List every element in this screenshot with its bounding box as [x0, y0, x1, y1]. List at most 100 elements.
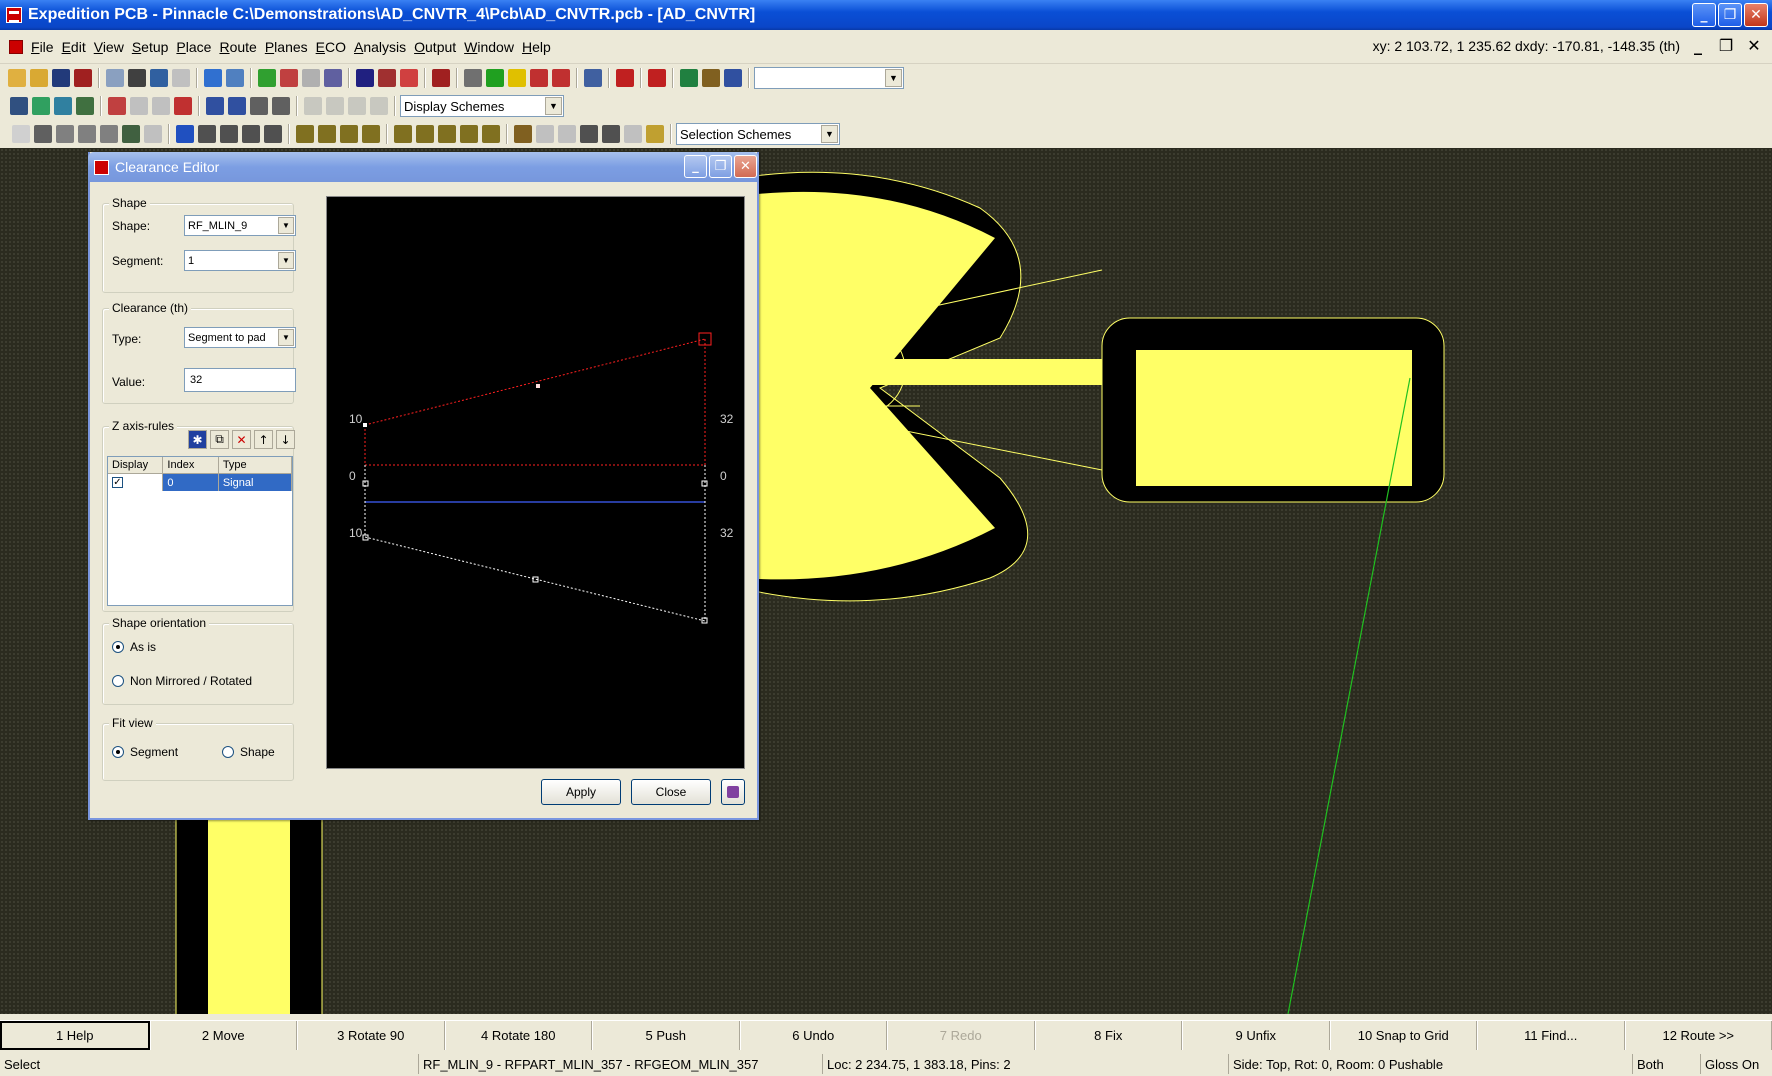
gloss-icon[interactable] — [122, 125, 140, 143]
menu-route[interactable]: Route — [215, 39, 260, 55]
dialog-close-icon[interactable]: ✕ — [734, 155, 757, 178]
add-rule-icon[interactable]: ✱ — [188, 430, 207, 449]
select-arrow-icon[interactable] — [12, 125, 30, 143]
lock-icon[interactable] — [250, 97, 268, 115]
swap-gates-icon[interactable] — [228, 97, 246, 115]
drc-check-icon[interactable] — [530, 69, 548, 87]
fkey-undo[interactable]: 6 Undo — [739, 1021, 887, 1050]
column-index[interactable]: Index — [163, 457, 219, 473]
column-type[interactable]: Type — [219, 457, 292, 473]
delete-rule-icon[interactable]: ✕ — [232, 430, 251, 449]
trace-view-icon[interactable] — [76, 97, 94, 115]
tune-icon[interactable] — [100, 125, 118, 143]
undo-icon[interactable] — [150, 69, 168, 87]
scheme-combo[interactable]: ▼ — [754, 67, 904, 89]
open-icon[interactable] — [8, 69, 26, 87]
menu-help[interactable]: Help — [518, 39, 555, 55]
route-icon[interactable] — [378, 69, 396, 87]
move-down-icon[interactable]: ↓ — [276, 430, 295, 449]
rf-gap-icon[interactable] — [460, 125, 478, 143]
board-icon[interactable] — [258, 69, 276, 87]
menu-view[interactable]: View — [90, 39, 128, 55]
menu-output[interactable]: Output — [410, 39, 460, 55]
fanout-icon[interactable] — [78, 125, 96, 143]
rf-via-icon[interactable] — [482, 125, 500, 143]
chevron-down-icon[interactable]: ▼ — [278, 329, 294, 346]
menu-window[interactable]: Window — [460, 39, 518, 55]
segment-select[interactable]: 1 ▼ — [184, 250, 296, 271]
chevron-down-icon[interactable]: ▼ — [885, 69, 902, 87]
rf-clearance-icon[interactable] — [646, 125, 664, 143]
fkey-snap-to-grid[interactable]: 10 Snap to Grid — [1329, 1021, 1477, 1050]
close-button[interactable]: ✕ — [1744, 3, 1768, 27]
open-folder-icon[interactable] — [30, 69, 48, 87]
radial-stub[interactable] — [740, 191, 995, 580]
display-schemes-combo[interactable]: Display Schemes ▼ — [400, 95, 564, 117]
ungroup-icon[interactable] — [130, 97, 148, 115]
chevron-down-icon[interactable]: ▼ — [278, 252, 294, 269]
align-right-icon[interactable] — [326, 97, 344, 115]
fkey-help[interactable]: 1 Help — [0, 1021, 150, 1050]
green-diamond-icon[interactable] — [486, 69, 504, 87]
net-view-icon[interactable] — [54, 97, 72, 115]
clearance-type-select[interactable]: Segment to pad ▼ — [184, 327, 296, 348]
rf-group-icon[interactable] — [514, 125, 532, 143]
warning-icon[interactable] — [508, 69, 526, 87]
move-up-icon[interactable]: ↑ — [254, 430, 273, 449]
orientation-non-mirrored-radio[interactable]: Non Mirrored / Rotated — [112, 674, 252, 688]
dialog-maximize-button[interactable]: ❐ — [709, 155, 732, 178]
shape-select[interactable]: RF_MLIN_9 ▼ — [184, 215, 296, 236]
angle-icon[interactable] — [198, 125, 216, 143]
prev-icon[interactable] — [280, 69, 298, 87]
save-icon[interactable] — [52, 69, 70, 87]
plow-icon[interactable] — [56, 125, 74, 143]
menu-edit[interactable]: Edit — [58, 39, 90, 55]
arc-icon[interactable] — [242, 125, 260, 143]
align-top-icon[interactable] — [348, 97, 366, 115]
menu-eco[interactable]: ECO — [312, 39, 350, 55]
help-book-icon[interactable] — [721, 779, 745, 805]
redo-icon[interactable] — [172, 69, 190, 87]
net-icon[interactable] — [400, 69, 418, 87]
midpoint-handle[interactable] — [536, 384, 540, 388]
fkey-fix[interactable]: 8 Fix — [1034, 1021, 1182, 1050]
rf-radial-icon[interactable] — [438, 125, 456, 143]
exit-icon[interactable] — [74, 69, 92, 87]
unplace-icon[interactable] — [174, 97, 192, 115]
stub-icon[interactable] — [264, 125, 282, 143]
next-icon[interactable] — [302, 69, 320, 87]
delete-icon[interactable] — [616, 69, 634, 87]
panel-icon[interactable] — [680, 69, 698, 87]
fkey-route[interactable]: 12 Route >> — [1624, 1021, 1772, 1050]
binoculars-icon[interactable] — [128, 69, 146, 87]
minimize-button[interactable]: _ — [1692, 3, 1716, 27]
copy-rule-icon[interactable]: ⧉ — [210, 430, 229, 449]
chevron-down-icon[interactable]: ▼ — [545, 97, 562, 115]
menu-setup[interactable]: Setup — [128, 39, 173, 55]
fkey-redo[interactable]: 7 Redo — [887, 1021, 1035, 1050]
rf-stub-icon[interactable] — [362, 125, 380, 143]
copy-icon[interactable] — [584, 69, 602, 87]
align-left-icon[interactable] — [304, 97, 322, 115]
group-icon[interactable] — [108, 97, 126, 115]
menu-place[interactable]: Place — [172, 39, 215, 55]
rf-taper-icon[interactable] — [394, 125, 412, 143]
drc-off-icon[interactable] — [552, 69, 570, 87]
microstrip-line[interactable] — [740, 359, 1136, 385]
rf-shape-icon[interactable] — [296, 125, 314, 143]
clearance-preview[interactable]: 10 0 10 32 0 32 — [326, 196, 745, 769]
doc-minimize-button[interactable]: _ — [1686, 34, 1710, 56]
fkey-push[interactable]: 5 Push — [592, 1021, 740, 1050]
fkey-unfix[interactable]: 9 Unfix — [1182, 1021, 1330, 1050]
layer-view-icon[interactable] — [32, 97, 50, 115]
book-icon[interactable] — [356, 69, 374, 87]
document-icon[interactable] — [9, 39, 23, 54]
fkey-find[interactable]: 11 Find... — [1477, 1021, 1625, 1050]
orientation-as-is-radio[interactable]: As is — [112, 640, 156, 654]
fkey-move[interactable]: 2 Move — [149, 1021, 297, 1050]
table-row[interactable]: ✓ 0 Signal — [108, 474, 292, 491]
layer-icon[interactable] — [324, 69, 342, 87]
clearance-value-input[interactable] — [184, 368, 296, 392]
move-icon[interactable] — [176, 125, 194, 143]
pad[interactable] — [1136, 350, 1412, 486]
